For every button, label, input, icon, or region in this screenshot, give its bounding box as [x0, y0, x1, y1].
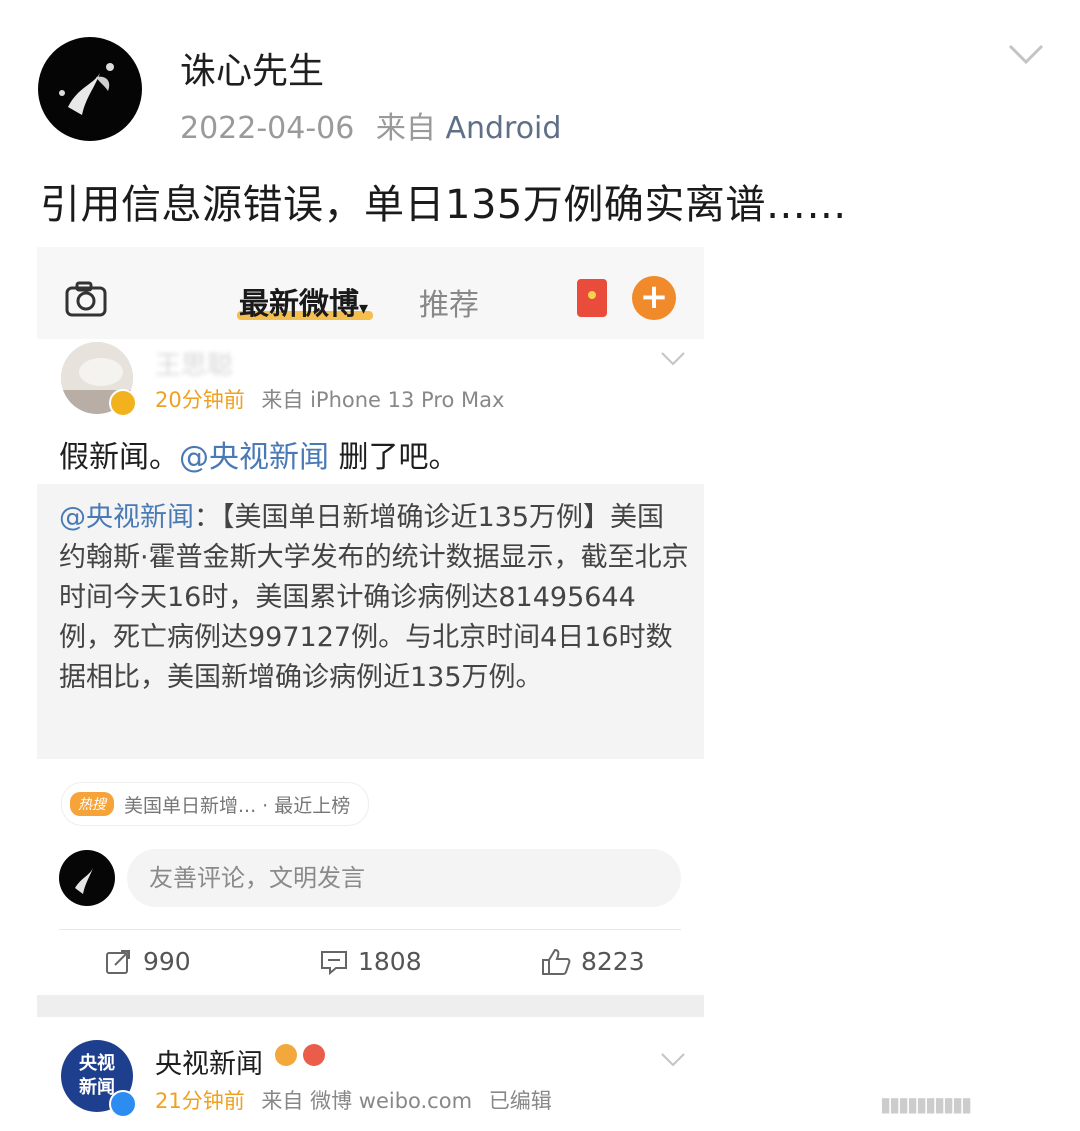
hot-search-tag[interactable]: 热搜 美国单日新增... · 最近上榜 — [61, 782, 370, 826]
comment-avatar — [59, 850, 115, 906]
cctv-author-name[interactable]: 央视新闻 — [155, 1042, 263, 1081]
inner-post-text: 假新闻。@央视新闻 删了吧。 — [59, 432, 459, 476]
like-button[interactable]: 8223 — [541, 947, 645, 976]
cctv-meta: 21分钟前 来自 微博 weibo.com 已编辑 — [155, 1085, 552, 1115]
cctv-edited: 已编辑 — [488, 1089, 552, 1113]
tab-caret: ▾ — [359, 298, 369, 319]
cctv-badges — [275, 1044, 331, 1070]
badge-icon — [275, 1044, 297, 1066]
inner-text-after: 删了吧。 — [329, 440, 459, 475]
like-count: 8223 — [581, 947, 645, 976]
camera-icon[interactable] — [65, 281, 107, 317]
verified-icon — [109, 389, 137, 417]
post-date: 2022-04-06 — [180, 111, 355, 146]
badge-icon — [303, 1044, 325, 1066]
post-source: Android — [445, 111, 562, 146]
post-meta: 2022-04-06 来自 Android — [180, 103, 561, 147]
hot-badge: 热搜 — [70, 792, 114, 816]
comment-icon — [321, 950, 347, 975]
separator-band — [37, 995, 704, 1017]
embedded-screenshot: 最新微博▾ 推荐 + 王思聪 20分钟前 来自 iPhone 13 Pro Ma… — [37, 247, 704, 1117]
add-button[interactable]: + — [632, 276, 676, 320]
chevron-down-icon[interactable] — [659, 349, 687, 369]
source-prefix: 来自 — [375, 111, 436, 146]
tab-recommend[interactable]: 推荐 — [419, 280, 479, 324]
comment-count: 1808 — [358, 947, 422, 976]
like-icon — [542, 948, 571, 975]
repost-box[interactable]: @央视新闻：【美国单日新增确诊近135万例】美国约翰斯·霍普金斯大学发布的统计数… — [37, 484, 704, 759]
inner-meta: 20分钟前 来自 iPhone 13 Pro Max — [155, 384, 504, 414]
watermark: ▮▮▮▮▮▮▮▮▮▮ — [880, 1092, 972, 1116]
repost-icon — [106, 949, 130, 974]
inner-author-name[interactable]: 王思聪 — [155, 345, 233, 382]
tab-latest-label: 最新微博 — [239, 287, 359, 322]
repost-button[interactable]: 990 — [105, 947, 191, 976]
comment-input[interactable]: 友善评论，文明发言 — [127, 849, 681, 907]
cctv-time: 21分钟前 — [155, 1089, 245, 1113]
repost-count: 990 — [143, 947, 191, 976]
post-text: 引用信息源错误，单日135万例确实离谱…… — [40, 182, 847, 228]
repost-text: @央视新闻：【美国单日新增确诊近135万例】美国约翰斯·霍普金斯大学发布的统计数… — [59, 498, 689, 698]
hot-tag-text: 美国单日新增... · 最近上榜 — [124, 794, 351, 817]
divider — [59, 929, 681, 930]
chevron-down-icon[interactable] — [659, 1050, 687, 1070]
inner-source: 来自 iPhone 13 Pro Max — [261, 388, 505, 412]
verified-icon — [109, 1090, 137, 1117]
inner-text-before: 假新闻。 — [59, 440, 179, 475]
red-packet-icon[interactable] — [577, 279, 607, 317]
comment-button[interactable]: 1808 — [320, 947, 422, 976]
author-avatar[interactable] — [38, 37, 142, 141]
mention-link[interactable]: @央视新闻 — [179, 440, 329, 475]
tab-latest[interactable]: 最新微博▾ — [239, 279, 368, 323]
cctv-source: 来自 微博 weibo.com — [261, 1089, 473, 1113]
inner-time: 20分钟前 — [155, 388, 245, 412]
cctv-avatar-text-1: 央视 — [79, 1053, 115, 1074]
author-name[interactable]: 诛心先生 — [180, 42, 324, 94]
repost-mention[interactable]: @央视新闻 — [59, 502, 194, 533]
chevron-down-icon[interactable] — [1006, 40, 1046, 68]
